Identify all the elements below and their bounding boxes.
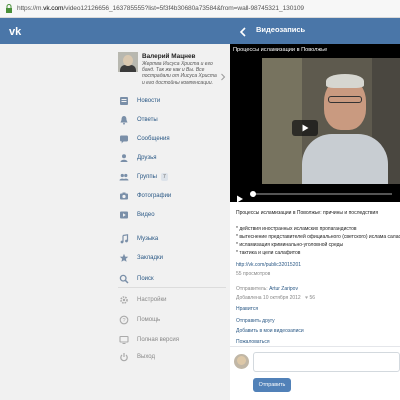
sidebar-item-music[interactable]: Музыка <box>118 232 226 246</box>
monitor-icon <box>118 335 129 346</box>
sidebar-item-news[interactable]: Новости <box>118 94 226 108</box>
play-button[interactable] <box>292 120 318 136</box>
camera-icon <box>118 191 129 202</box>
star-icon <box>118 253 129 264</box>
sidebar-item-bookmarks[interactable]: Закладки <box>118 251 226 265</box>
sidebar-item-label: Полная версия <box>137 337 179 343</box>
comment-avatar <box>234 354 249 369</box>
sidebar-item-label: Выход <box>137 354 155 360</box>
comment-input[interactable] <box>253 352 400 372</box>
added-date: Добавлена 10 октября 2012 <box>236 295 301 301</box>
add-to-my-videos-link[interactable]: Добавить в мои видеозаписи <box>236 328 304 334</box>
sender-label: Отправитель: <box>236 286 268 292</box>
sender-link[interactable]: Artur Zaripov <box>269 286 298 292</box>
news-icon <box>118 96 129 107</box>
comment-divider <box>230 346 400 347</box>
profile-card[interactable]: Валерий Мацнев Жертва Иисуса Христа и ег… <box>118 52 226 92</box>
music-icon <box>118 234 129 245</box>
heart-icon: ♥ <box>305 295 309 301</box>
sidebar-item-settings[interactable]: Настройки <box>118 293 226 307</box>
video-description-point: * исламизация криминально-уголовной сред… <box>236 242 344 248</box>
sidebar-item-label: Видео <box>137 212 155 218</box>
public-link[interactable]: http://vk.com/public32015201 <box>236 262 301 268</box>
profile-status: Жертва Иисуса Христа и его банд. Так же … <box>142 61 217 86</box>
sender-line: Отправитель: Artur Zaripov <box>236 286 400 292</box>
play-control-icon[interactable] <box>236 190 244 203</box>
screen: https://m.vk.com/video12126656_163785555… <box>0 0 400 400</box>
play-icon <box>302 124 309 132</box>
like-link[interactable]: Нравится <box>236 306 258 312</box>
report-link[interactable]: Пожаловаться <box>236 339 270 345</box>
gear-icon <box>118 295 129 306</box>
address-bar[interactable]: https://m.vk.com/video12126656_163785555… <box>0 0 400 18</box>
power-icon <box>118 352 129 363</box>
added-line: Добавлена 10 октября 2012 ♥ 56 <box>236 295 400 301</box>
video-description-point: * тактика и цели салафитов <box>236 250 301 256</box>
sidebar-item-label: Фотографии <box>137 193 172 199</box>
sidebar-item-label: Новости <box>137 98 161 104</box>
send-comment-button[interactable]: Отправить <box>253 378 291 392</box>
sidebar-item-label: Музыка <box>137 236 159 242</box>
video-frame[interactable] <box>262 58 400 184</box>
video-progress-track[interactable] <box>252 193 392 195</box>
sidebar-item-video[interactable]: Видео <box>118 208 226 222</box>
friends-icon <box>118 153 129 164</box>
help-icon: ? <box>118 315 129 326</box>
message-icon <box>118 134 129 145</box>
video-progress-handle[interactable] <box>250 191 256 197</box>
sidebar-item-replies[interactable]: Ответы <box>118 113 226 127</box>
video-player-title: Процессы исламизации в Поволжье <box>233 47 328 53</box>
view-count: 55 просмотров <box>236 271 271 277</box>
like-count: 56 <box>309 295 316 301</box>
groups-icon <box>118 172 129 183</box>
send-to-friend-link[interactable]: Отправить другу <box>236 318 275 324</box>
sidebar-item-label: Поиск <box>137 276 154 282</box>
menu-divider <box>118 287 226 288</box>
top-bar: vk Видеозапись <box>0 18 400 44</box>
sidebar-item-search[interactable]: Поиск <box>118 272 226 286</box>
url-text[interactable]: https://m.vk.com/video12126656_163785555… <box>17 5 304 12</box>
back-arrow-icon[interactable] <box>238 25 248 37</box>
groups-count-badge: 7 <box>161 173 168 181</box>
sidebar-item-label: Настройки <box>137 297 167 303</box>
video-description-point: * вытеснение представителей официального… <box>236 234 400 240</box>
sidebar-item-help[interactable]: ? Помощь <box>118 313 226 327</box>
avatar[interactable] <box>118 52 138 72</box>
video-description-title: Процессы исламизации в Поволжье: причины… <box>236 210 379 216</box>
search-icon <box>118 274 129 285</box>
sidebar-item-friends[interactable]: Друзья <box>118 151 226 165</box>
sidebar-item-label: Группы <box>137 174 157 180</box>
sidebar-item-groups[interactable]: Группы 7 <box>118 170 226 184</box>
sidebar-item-logout[interactable]: Выход <box>118 350 226 364</box>
page-title: Видеозапись <box>256 25 306 34</box>
profile-name[interactable]: Валерий Мацнев <box>142 53 195 60</box>
sidebar-item-full-version[interactable]: Полная версия <box>118 333 226 347</box>
sidebar-item-label: Друзья <box>137 155 157 161</box>
chevron-right-icon[interactable] <box>220 68 226 81</box>
video-controls <box>230 186 400 203</box>
video-description-point: * действия иностранных исламских пропага… <box>236 226 357 232</box>
svg-text:?: ? <box>122 318 125 324</box>
sidebar-item-label: Сообщения <box>137 136 170 142</box>
sidebar-item-photos[interactable]: Фотографии <box>118 189 226 203</box>
svg-text:vk: vk <box>9 26 22 38</box>
sidebar-item-label: Закладки <box>137 255 163 261</box>
sidebar-item-label: Ответы <box>137 117 158 123</box>
sidebar-item-messages[interactable]: Сообщения <box>118 132 226 146</box>
lock-icon <box>4 4 14 14</box>
bell-icon <box>118 115 129 126</box>
video-icon <box>118 210 129 221</box>
vk-logo-icon[interactable]: vk <box>8 24 28 38</box>
sidebar-item-label: Помощь <box>137 317 161 323</box>
